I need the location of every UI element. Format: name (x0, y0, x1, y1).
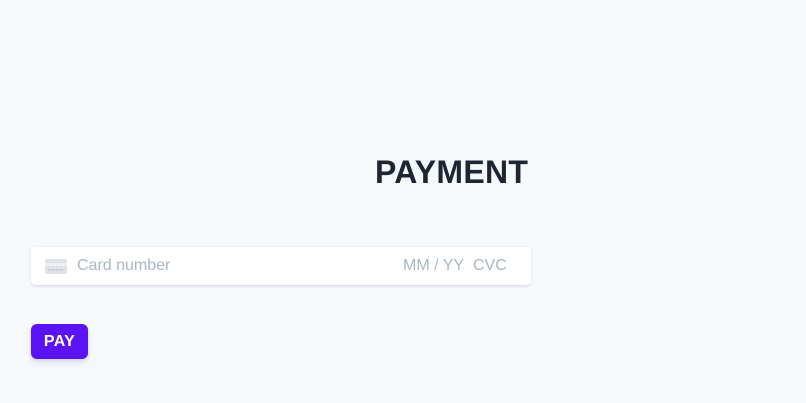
pay-button[interactable]: PAY (31, 324, 88, 359)
expiry-input[interactable]: MM / YY (403, 257, 464, 275)
card-element[interactable]: Card number MM / YY CVC (31, 247, 531, 285)
card-number-input[interactable]: Card number (77, 257, 170, 275)
credit-card-icon (45, 259, 67, 274)
payment-page: PAYMENT Card number MM / YY CVC PAY (0, 0, 806, 403)
page-title: PAYMENT (375, 154, 529, 190)
cvc-input[interactable]: CVC (473, 257, 507, 275)
